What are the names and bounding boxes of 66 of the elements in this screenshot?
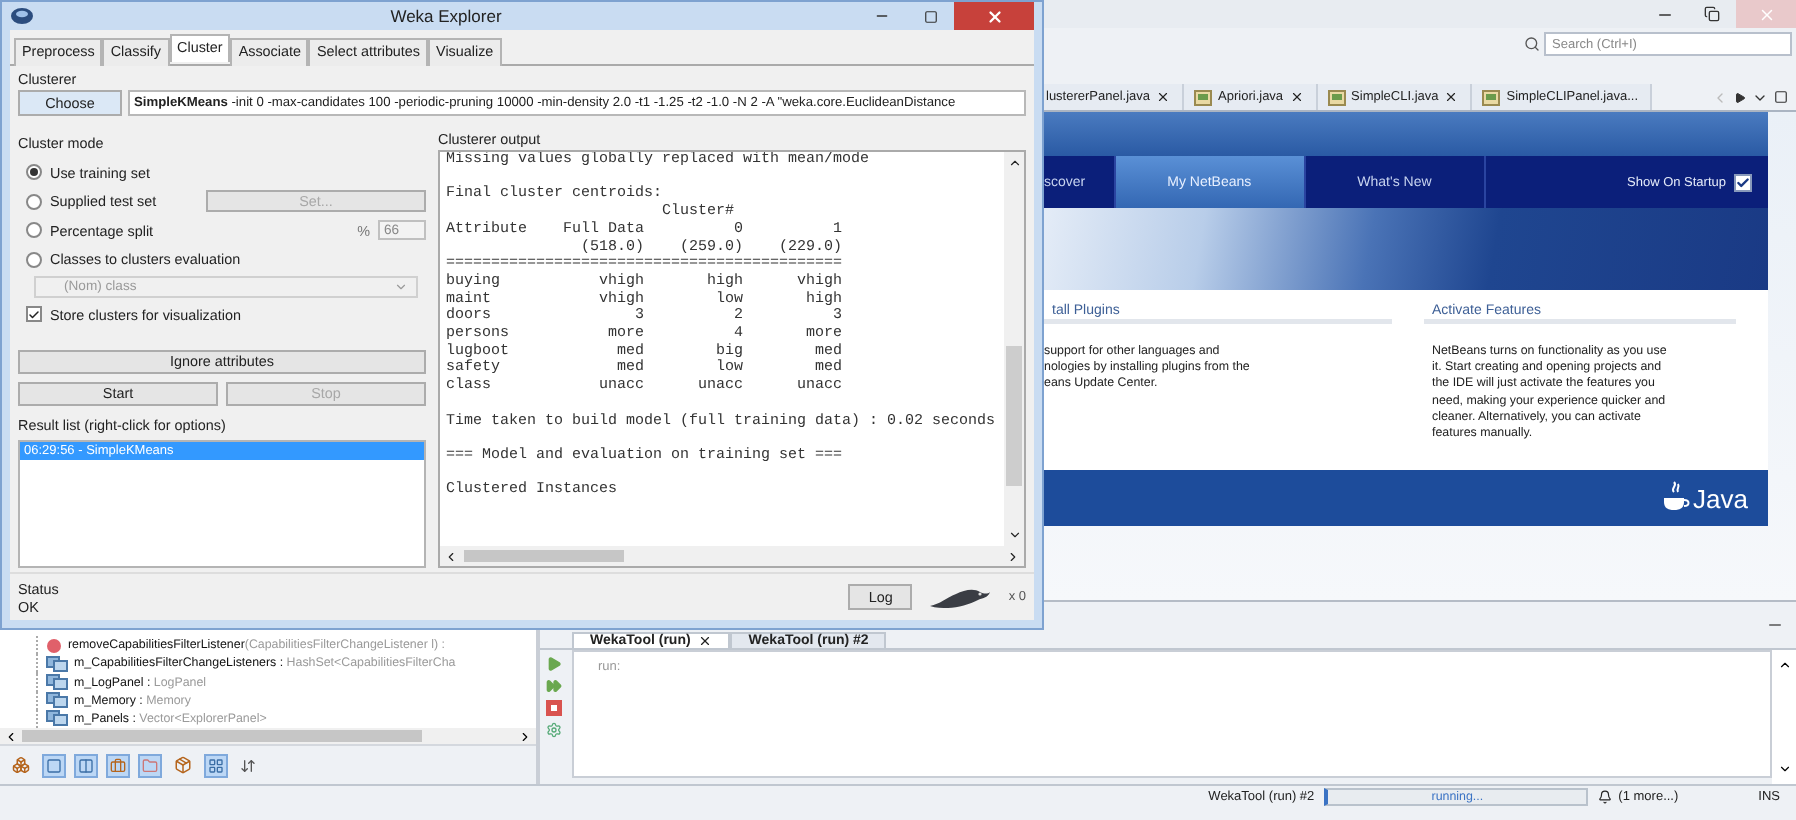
- field-icon: [46, 692, 68, 709]
- java-file-icon: [1327, 89, 1346, 105]
- scroll-right-icon: [1006, 549, 1020, 563]
- check-icon: [1736, 175, 1750, 189]
- scroll-right-button[interactable]: [1734, 91, 1746, 103]
- maximize-button[interactable]: [1774, 90, 1788, 104]
- chevron-left-icon: [1712, 89, 1728, 105]
- toolbar-toggle[interactable]: [204, 753, 228, 777]
- package-icon[interactable]: [174, 756, 192, 774]
- scroll-left-icon: [444, 549, 458, 563]
- horizontal-scrollbar[interactable]: [0, 728, 536, 744]
- scroll-down-icon: [1777, 762, 1791, 776]
- java-file-icon: [1194, 89, 1213, 105]
- settings-icon[interactable]: [546, 722, 562, 738]
- sort-icon[interactable]: [240, 757, 256, 773]
- radio-button[interactable]: [26, 222, 42, 239]
- boxes-icon[interactable]: [12, 756, 30, 774]
- scroll-right-icon: [518, 729, 532, 743]
- stop-icon[interactable]: [546, 700, 562, 716]
- method-icon: [46, 637, 62, 654]
- field-icon: [46, 655, 68, 672]
- search-icon[interactable]: [1524, 36, 1540, 52]
- window-title: Weka Explorer: [388, 6, 504, 26]
- chevron-down-icon: [394, 280, 408, 294]
- restore-icon: [1704, 6, 1720, 22]
- square-icon: [46, 757, 62, 773]
- maximize-icon: [1774, 90, 1788, 104]
- briefcase-icon: [110, 757, 126, 773]
- close-icon[interactable]: [1289, 90, 1304, 104]
- scroll-down-icon: [1007, 528, 1021, 542]
- vertical-scrollbar[interactable]: [1772, 650, 1796, 784]
- horizontal-scrollbar[interactable]: [440, 546, 1024, 566]
- bird-icon: [928, 585, 993, 609]
- scroll-left-icon: [4, 729, 18, 743]
- vertical-scrollbar[interactable]: [1004, 152, 1024, 546]
- toolbar-toggle[interactable]: [74, 753, 98, 777]
- radio-button[interactable]: [26, 251, 42, 268]
- checkbox[interactable]: [26, 306, 42, 323]
- fast-forward-icon[interactable]: [546, 678, 562, 694]
- columns-icon: [78, 757, 94, 773]
- close-icon[interactable]: [698, 634, 713, 648]
- scroll-up-icon: [1777, 658, 1791, 672]
- close-icon[interactable]: [1444, 90, 1459, 104]
- app-icon: [10, 6, 34, 26]
- close-icon: [985, 7, 1003, 25]
- coffee-cup-icon: [1661, 480, 1690, 516]
- radio-button[interactable]: [26, 164, 42, 181]
- toolbar-toggle[interactable]: [42, 753, 66, 777]
- check-icon: [28, 307, 40, 322]
- grid-icon: [208, 757, 224, 773]
- field-icon: [46, 710, 68, 727]
- notification-icon[interactable]: [1598, 790, 1613, 804]
- close-icon[interactable]: [1156, 90, 1171, 104]
- maximize-icon: [923, 9, 937, 23]
- play-icon[interactable]: [546, 656, 562, 672]
- scroll-up-icon: [1007, 156, 1021, 170]
- checkbox[interactable]: [1734, 173, 1752, 191]
- toolbar-toggle[interactable]: [106, 753, 130, 777]
- close-icon: [1757, 5, 1775, 23]
- close-button[interactable]: [954, 2, 1034, 30]
- logo-text: Java: [1693, 483, 1748, 513]
- radio-button[interactable]: [26, 193, 42, 210]
- triangle-right-icon: [1734, 91, 1746, 103]
- java-file-icon: [1482, 89, 1501, 105]
- toolbar-toggle[interactable]: [138, 753, 162, 777]
- folder-icon: [142, 757, 158, 773]
